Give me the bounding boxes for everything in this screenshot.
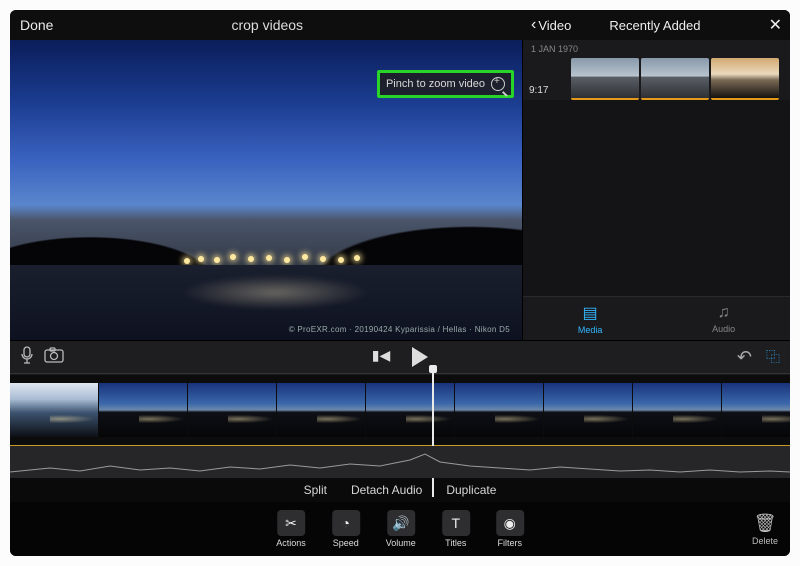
voiceover-icon[interactable] xyxy=(20,346,34,369)
tab-label: Audio xyxy=(712,324,735,334)
timeline-clip[interactable] xyxy=(633,383,721,437)
media-date-header: 1 JAN 1970 xyxy=(523,40,790,58)
audio-waveform-toggle-icon[interactable]: ⿻ xyxy=(766,347,780,367)
tool-volume[interactable]: 🔊 Volume xyxy=(386,510,416,548)
detach-audio-button[interactable]: Detach Audio xyxy=(351,483,422,497)
media-icon: ▤ xyxy=(583,303,598,323)
clip-duration: 9:17 xyxy=(529,85,548,96)
timeline-clip[interactable] xyxy=(277,383,365,437)
trash-icon: 🗑 xyxy=(754,513,777,534)
tab-audio[interactable]: ♫ Audio xyxy=(712,304,735,334)
skip-back-icon[interactable]: ▮◀ xyxy=(372,347,390,367)
media-browser-panel: ‹ Video Recently Added ✕ 1 JAN 1970 9:17… xyxy=(522,40,790,340)
tool-label: Filters xyxy=(498,538,523,548)
magnifier-icon xyxy=(491,77,505,91)
media-thumbnail[interactable] xyxy=(711,58,779,100)
timeline-clip[interactable] xyxy=(99,383,187,437)
video-preview[interactable]: Pinch to zoom video © ProEXR.com · 20190… xyxy=(10,40,522,340)
undo-icon[interactable]: ↶ xyxy=(737,347,752,368)
play-button[interactable] xyxy=(412,347,428,367)
bottom-toolbar: ✂ Actions ◔ Speed 🔊 Volume T Titles ◉ Fi… xyxy=(10,502,790,556)
tool-label: Titles xyxy=(445,538,466,548)
media-panel-title: Recently Added xyxy=(541,18,768,33)
tool-filters[interactable]: ◉ Filters xyxy=(496,510,524,548)
delete-button[interactable]: 🗑 Delete xyxy=(752,513,778,546)
tool-label: Volume xyxy=(386,538,416,548)
tool-label: Delete xyxy=(752,536,778,546)
zoom-hint-callout[interactable]: Pinch to zoom video xyxy=(377,70,514,98)
split-button[interactable]: Split xyxy=(304,483,327,497)
media-thumbnail[interactable] xyxy=(571,58,639,100)
timeline-clip[interactable] xyxy=(455,383,543,437)
tab-label: Media xyxy=(578,325,603,335)
duplicate-button[interactable]: Duplicate xyxy=(446,483,496,497)
media-thumbnail-row: 9:17 xyxy=(523,58,790,100)
tool-titles[interactable]: T Titles xyxy=(442,510,470,548)
tool-label: Speed xyxy=(333,538,359,548)
tab-media[interactable]: ▤ Media xyxy=(578,303,603,335)
scissors-icon: ✂ xyxy=(285,515,297,532)
tool-label: Actions xyxy=(276,538,306,548)
upper-area: Pinch to zoom video © ProEXR.com · 20190… xyxy=(10,40,790,340)
media-panel-header: ‹ Video Recently Added ✕ xyxy=(523,10,790,40)
media-thumbnail[interactable] xyxy=(641,58,709,100)
tool-actions[interactable]: ✂ Actions xyxy=(276,510,306,548)
audio-track[interactable] xyxy=(10,446,790,478)
transport-bar: ▮◀ ↶ ⿻ xyxy=(10,340,790,374)
project-title: crop videos xyxy=(231,17,303,33)
preview-metadata: © ProEXR.com · 20190424 Kyparissia / Hel… xyxy=(289,325,510,334)
timeline[interactable] xyxy=(10,374,790,446)
timeline-clip[interactable] xyxy=(366,383,454,437)
clip-action-row: Split Detach Audio Duplicate xyxy=(10,478,790,502)
text-icon: T xyxy=(451,515,460,531)
done-button[interactable]: Done xyxy=(20,17,53,33)
speaker-icon: 🔊 xyxy=(392,515,409,532)
chevron-left-icon: ‹ xyxy=(531,16,536,34)
filters-icon: ◉ xyxy=(504,515,516,532)
camera-icon[interactable] xyxy=(44,347,64,368)
imovie-editor: Done crop videos ? Pinch to zoom video ©… xyxy=(10,10,790,556)
close-icon[interactable]: ✕ xyxy=(769,15,782,35)
timeline-clip[interactable] xyxy=(722,383,790,437)
zoom-hint-label: Pinch to zoom video xyxy=(386,78,485,90)
timeline-clip[interactable] xyxy=(188,383,276,437)
speedometer-icon: ◔ xyxy=(342,515,350,531)
timeline-clip[interactable] xyxy=(544,383,632,437)
timeline-clip[interactable] xyxy=(10,383,98,437)
tool-speed[interactable]: ◔ Speed xyxy=(332,510,360,548)
music-icon: ♫ xyxy=(718,304,730,322)
media-panel-tabs: ▤ Media ♫ Audio xyxy=(523,296,790,340)
